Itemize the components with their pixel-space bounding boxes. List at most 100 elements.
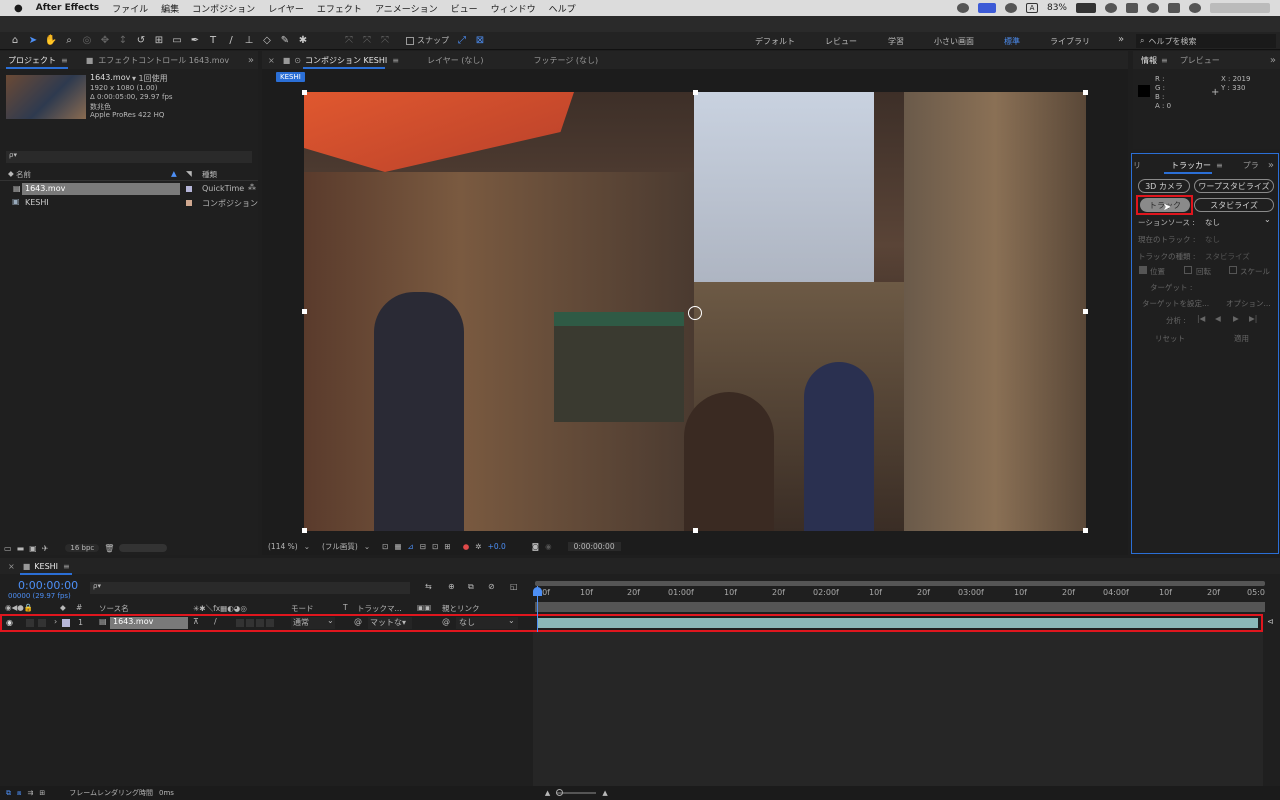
track-type-dropdown[interactable]: スタビライズ [1205,251,1250,262]
project-menu-icon[interactable]: ≡ [61,56,68,65]
exposure-value[interactable]: +0.0 [488,542,506,551]
hide-shy-icon[interactable]: ⧉ [468,582,474,592]
tab-tracker-left[interactable]: リ [1133,160,1141,171]
zoom-dropdown-arrow-icon[interactable]: ⌄ [304,542,310,551]
zoom-slider[interactable] [556,789,597,796]
tab-timeline-keshi[interactable]: KESHI [34,562,58,571]
record-icon[interactable] [1004,3,1017,13]
switch-box[interactable] [246,619,254,627]
zoom-tool-icon[interactable]: ⌕ [62,34,76,48]
comp-mini-flowchart-icon[interactable]: ⇆ [425,582,432,591]
zoom-in-icon[interactable]: ▲ [602,789,607,797]
screen-share-icon[interactable] [977,3,996,13]
layer-end-icon[interactable]: ⊲ [1267,617,1274,626]
project-panel-more-icon[interactable]: » [248,55,254,66]
close-timeline-icon[interactable]: × [8,562,15,571]
quality-dropdown[interactable]: (フル画質) [322,541,358,552]
col-type[interactable]: 種類 [202,169,217,180]
analyze-back-icon[interactable]: |◀ [1197,314,1205,323]
grid-icon[interactable]: ⊞ [444,542,450,551]
analyze-forward-icon[interactable]: ▶ [1233,314,1239,323]
quality-switch-icon[interactable]: / [214,617,217,626]
layer-handle[interactable] [1083,90,1088,95]
tab-project[interactable]: プロジェクト [8,55,56,66]
show-snapshot-icon[interactable]: ◉ [545,542,552,551]
analyze-fwd-icon[interactable]: ▶| [1249,314,1257,323]
tag-col-icon[interactable]: ◥ [186,169,192,178]
layer-handle[interactable] [1083,309,1088,314]
tracker-menu-icon[interactable]: ≡ [1216,161,1223,170]
lock-box[interactable] [38,619,46,627]
layer-switches-toggle-icon[interactable]: ⧉ [6,789,11,798]
mask-visibility-icon[interactable]: ⊿ [408,542,414,551]
new-comp-icon[interactable]: ▣ [29,544,37,553]
workspace-default[interactable]: デフォルト [755,36,795,47]
visibility-eye-icon[interactable]: ◉ [6,618,13,627]
project-item-row[interactable]: ▤ 1643.mov QuickTime ⁂ [0,183,258,195]
menu-edit[interactable]: 編集 [161,2,179,15]
col-parent[interactable]: 親とリンク [442,603,480,614]
tab-layer[interactable]: レイヤー (なし) [427,55,484,66]
layer-handle[interactable] [693,90,698,95]
layer-label-swatch[interactable] [62,619,70,627]
stretch-toggle-icon[interactable]: ⊞ [39,789,45,797]
quality-dropdown-arrow-icon[interactable]: ⌄ [364,542,370,551]
battery-icon[interactable] [1076,3,1096,13]
menu-animation[interactable]: アニメーション [375,2,438,15]
label-color-swatch[interactable] [186,186,192,192]
tab-paragraph[interactable]: プラ [1243,160,1259,171]
axis-local-icon[interactable]: ⤧ [342,34,356,48]
work-area-bar[interactable] [535,602,1265,612]
snapshot-icon[interactable]: ◙ [532,542,539,551]
info-menu-icon[interactable]: ≡ [1161,56,1168,65]
project-item-row[interactable]: ▣ KESHI コンポジション [0,197,258,209]
layer-name[interactable]: 1643.mov [110,617,188,629]
input-source-icon[interactable]: A [1025,3,1038,13]
info-panel-more-icon[interactable]: » [1270,55,1276,66]
switch-box[interactable] [236,619,244,627]
workspace-standard[interactable]: 標準 [1004,36,1020,47]
flowchart-icon[interactable]: ✈ [42,544,49,553]
in-out-toggle-icon[interactable]: ⇉ [27,789,33,797]
tab-info[interactable]: 情報 [1141,55,1157,66]
menu-composition[interactable]: コンポジション [192,2,255,15]
shy-switch-icon[interactable]: ⊼ [193,617,199,626]
track-matte-dropdown[interactable]: マットな▾ [368,617,412,629]
tab-effect-controls[interactable]: エフェクトコントロール 1643.mov [98,55,229,66]
spotlight-icon[interactable] [1147,3,1159,13]
parent-arrow-icon[interactable]: ⌄ [508,616,515,625]
tracker-panel-more-icon[interactable]: » [1268,160,1274,171]
wifi-icon[interactable] [1105,3,1117,13]
timeline-track-area[interactable] [533,632,1263,786]
apply-button[interactable]: 適用 [1234,333,1249,344]
col-track-matte[interactable]: トラックマ... [357,603,402,614]
current-time[interactable]: 0:00:00:00 [18,579,78,592]
motion-source-dropdown[interactable]: なし [1205,217,1220,228]
type-tool-icon[interactable]: T [206,34,220,48]
pan-behind-icon[interactable]: ⊞ [152,34,166,48]
composition-menu-icon[interactable]: ≡ [392,56,399,65]
rotate-tool-icon[interactable]: ↺ [134,34,148,48]
layer-handle[interactable] [302,528,307,533]
workspace-small-screen[interactable]: 小さい画面 [934,36,974,47]
snap-edge-icon[interactable]: ⤢ [455,34,469,48]
brush-tool-icon[interactable]: / [224,34,238,48]
pen-tool-icon[interactable]: ✒ [188,34,202,48]
workspace-more-icon[interactable]: » [1118,34,1124,45]
region-of-interest-icon[interactable]: ⊡ [382,542,388,551]
snap-checkbox[interactable] [406,36,414,45]
blend-mode-arrow-icon[interactable]: ⌄ [327,616,334,625]
pan-camera-icon[interactable]: ✥ [98,34,112,48]
zoom-dropdown[interactable]: (114 %) [268,542,298,551]
parent-pickwhip-icon[interactable]: @ [442,617,450,626]
tab-footage[interactable]: フッテージ (なし) [534,55,599,66]
axis-world-icon[interactable]: ⤧ [360,34,374,48]
dolly-camera-icon[interactable]: ↕ [116,34,130,48]
comp-navigator-chip[interactable]: KESHI [276,72,305,82]
warp-stabilizer-button[interactable]: ワープスタビライズ [1194,179,1274,193]
label-col-icon[interactable]: ◆ [8,169,14,178]
motion-source-arrow-icon[interactable]: ⌄ [1264,215,1271,224]
graph-editor-icon[interactable]: ◱ [510,582,518,591]
switch-box[interactable] [256,619,264,627]
anchor-point-icon[interactable] [688,306,702,320]
